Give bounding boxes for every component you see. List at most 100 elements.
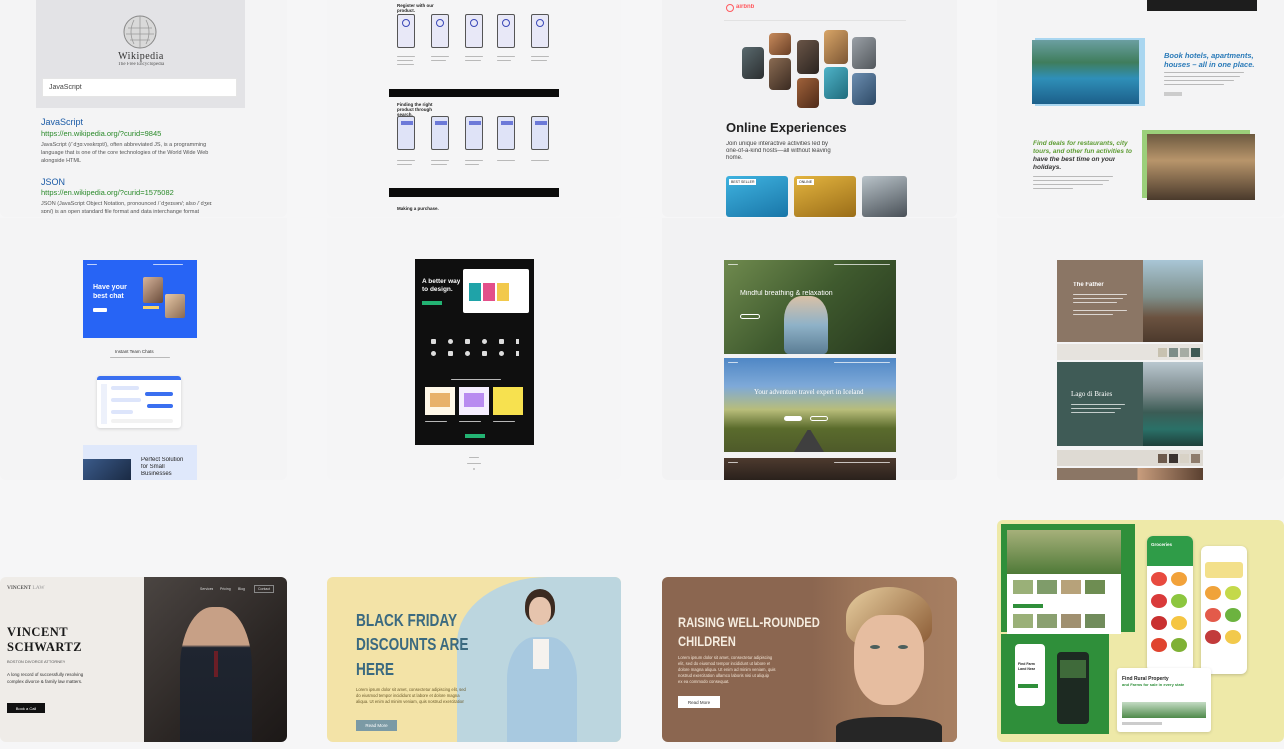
design-headline: to design. bbox=[422, 286, 453, 293]
kids-read-more-button[interactable]: Read More bbox=[678, 696, 720, 708]
travel-button[interactable] bbox=[1164, 92, 1182, 96]
experience-photo bbox=[769, 33, 791, 55]
bf-headline: BLACK FRIDAY bbox=[356, 610, 458, 630]
kids-body: elit, sed do eiusmod tempor incididunt u… bbox=[678, 661, 771, 666]
wiki-result-title[interactable]: JSON bbox=[41, 177, 65, 187]
template-card-vincent[interactable]: VINCENT LAW VINCENT SCHWARTZ BOSTON DIVO… bbox=[0, 577, 287, 742]
airbnb-heading: Online Experiences bbox=[726, 120, 847, 135]
design-headline: A better way bbox=[422, 278, 461, 285]
chat-app-mockup bbox=[97, 376, 181, 428]
template-gallery: Wikipedia The Free Encyclopedia JavaScri… bbox=[0, 0, 1284, 749]
travel-headline: houses – all in one place. bbox=[1164, 60, 1255, 69]
template-card-travel[interactable]: Book hotels, apartments, houses – all in… bbox=[997, 0, 1284, 217]
bf-headline: HERE bbox=[356, 659, 394, 679]
bf-read-more-button[interactable]: Read More bbox=[356, 720, 397, 731]
design-logo-grid bbox=[431, 339, 519, 367]
nature-hero-button[interactable] bbox=[740, 314, 760, 319]
wiki-result-title[interactable]: JavaScript bbox=[41, 117, 83, 127]
wiki-result-url[interactable]: https://en.wikipedia.org/?curid=1575082 bbox=[41, 188, 174, 197]
iceland-button[interactable] bbox=[810, 416, 828, 421]
design-feature-card bbox=[425, 387, 455, 415]
template-card-nature[interactable]: Mindful breathing & relaxation Your adve… bbox=[662, 218, 957, 480]
palette-swatch bbox=[1158, 348, 1167, 357]
palette-swatch bbox=[1191, 454, 1200, 463]
lake-title: Lago di Braies bbox=[1071, 390, 1113, 398]
flow-row-screens bbox=[397, 116, 549, 152]
design-bottom-button[interactable] bbox=[465, 434, 485, 438]
bf-headline: DISCOUNTS ARE bbox=[356, 634, 469, 654]
kids-headline: CHILDREN bbox=[678, 633, 736, 649]
travel-headline: Book hotels, apartments, bbox=[1164, 51, 1254, 60]
chat-bottom-title: Perfect Solution bbox=[141, 457, 184, 463]
template-card-farm[interactable]: Groceries Find Farm Land Near Find Rural… bbox=[997, 520, 1284, 742]
vincent-nav-button[interactable]: Contact bbox=[254, 585, 275, 593]
template-card-wikipedia[interactable]: Wikipedia The Free Encyclopedia JavaScri… bbox=[0, 0, 287, 217]
travel-restaurant-photo bbox=[1147, 134, 1255, 200]
travel-dark-strip bbox=[1147, 0, 1257, 11]
travel-headline: tours, and other fun activities to bbox=[1033, 148, 1132, 155]
vincent-name: VINCENT bbox=[7, 625, 69, 639]
template-card-design[interactable]: A better way to design. bbox=[327, 218, 621, 480]
wiki-result-snippet: JSON (JavaScript Object Notation, pronou… bbox=[41, 201, 212, 207]
experience-photo bbox=[852, 37, 876, 69]
palette-swatch bbox=[1169, 454, 1178, 463]
airbnb-subtitle: home. bbox=[726, 155, 743, 161]
experience-card[interactable] bbox=[862, 176, 907, 217]
vincent-nav-item[interactable]: Services bbox=[200, 587, 213, 591]
template-card-ux-flow[interactable]: Register with our product. Finding the r… bbox=[327, 0, 621, 217]
vincent-name: SCHWARTZ bbox=[7, 640, 83, 654]
bf-body: do eiusmod tempor incididunt ut labore e… bbox=[356, 693, 460, 698]
iceland-button[interactable] bbox=[784, 416, 802, 421]
farm-phone-mockup bbox=[1201, 546, 1247, 674]
wiki-result-snippet: language that is one of the core technol… bbox=[41, 150, 209, 156]
design-feature-card bbox=[459, 387, 489, 415]
lake-photo bbox=[1143, 362, 1203, 446]
father-panel: The Father bbox=[1057, 260, 1143, 342]
kids-headline: RAISING WELL-ROUNDED bbox=[678, 614, 820, 630]
template-card-chat[interactable]: Have your best chat Instant Team Chats P… bbox=[0, 218, 287, 480]
wiki-tagline: The Free Encyclopedia bbox=[117, 62, 165, 67]
wiki-search-input[interactable]: JavaScript bbox=[42, 78, 237, 97]
template-card-father[interactable]: The Father Lago di Braies bbox=[997, 218, 1284, 480]
bf-model bbox=[505, 589, 581, 742]
vincent-desc: complex divorce & family law matters. bbox=[7, 679, 83, 684]
wiki-search-value: JavaScript bbox=[49, 84, 82, 91]
vincent-desc: A long record of successfully resolving bbox=[7, 672, 84, 677]
vincent-nav-item[interactable]: Blog bbox=[238, 587, 245, 591]
chat-hero-title: Have your bbox=[93, 284, 127, 291]
travel-pool-photo bbox=[1032, 40, 1139, 104]
airbnb-logo-text: airbnb bbox=[736, 4, 755, 10]
template-card-blackfriday[interactable]: BLACK FRIDAY DISCOUNTS ARE HERE Lorem ip… bbox=[327, 577, 621, 742]
vincent-nav-item[interactable]: Pricing bbox=[220, 587, 231, 591]
experience-photo bbox=[797, 78, 819, 108]
vincent-logo-suffix: LAW bbox=[32, 585, 45, 591]
chat-hero-button[interactable] bbox=[93, 308, 107, 312]
nature-hero-photo: Mindful breathing & relaxation bbox=[724, 260, 896, 354]
kids-body: Lorem ipsum dolor sit amet, consectetur … bbox=[678, 655, 773, 660]
vincent-portrait bbox=[144, 577, 287, 742]
template-card-children[interactable]: RAISING WELL-ROUNDED CHILDREN Lorem ipsu… bbox=[662, 577, 957, 742]
best-seller-badge: BEST SELLER bbox=[729, 179, 757, 185]
chat-bottom-photo bbox=[83, 459, 131, 480]
lake-panel: Lago di Braies bbox=[1057, 362, 1143, 446]
experience-card[interactable]: ONLINE bbox=[794, 176, 856, 217]
template-card-airbnb[interactable]: airbnb Online Experiences Join unique in… bbox=[662, 0, 957, 217]
book-call-button[interactable]: Book a Call bbox=[7, 703, 45, 713]
design-cta-button[interactable] bbox=[422, 301, 442, 305]
experience-card[interactable]: BEST SELLER bbox=[726, 176, 788, 217]
design-footer-dot bbox=[473, 468, 475, 470]
design-dark-page: A better way to design. bbox=[415, 259, 534, 445]
chat-hero: Have your best chat bbox=[83, 260, 197, 338]
travel-headline: have the best time on your bbox=[1033, 156, 1116, 163]
nature-hero-title: Mindful breathing & relaxation bbox=[740, 290, 833, 297]
experience-photo bbox=[769, 58, 791, 90]
experience-photo bbox=[742, 47, 764, 79]
father-third-section bbox=[1057, 468, 1203, 480]
iceland-title: Your adventure travel expert in Iceland bbox=[754, 388, 864, 396]
iceland-road bbox=[794, 430, 824, 452]
farm-property-title: and Farms for sale in every state bbox=[1122, 682, 1185, 687]
experience-photo bbox=[824, 67, 848, 99]
father-photo bbox=[1143, 260, 1203, 342]
wiki-result-url[interactable]: https://en.wikipedia.org/?curid=9845 bbox=[41, 129, 161, 138]
farm-site-mockup bbox=[1007, 530, 1121, 634]
